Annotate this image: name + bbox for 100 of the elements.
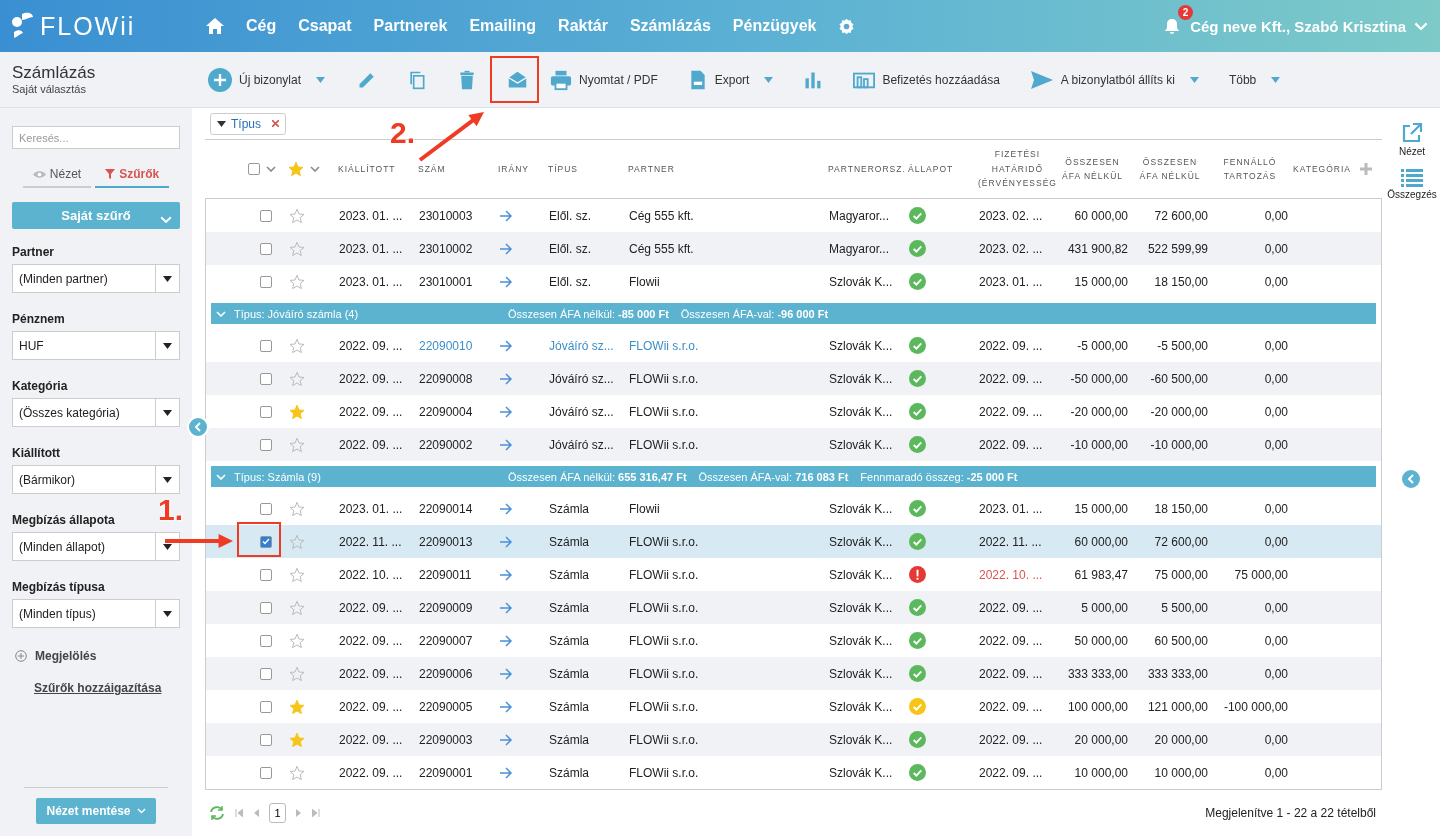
column-header[interactable]: IRÁNY <box>495 161 545 177</box>
row-checkbox[interactable] <box>260 568 272 581</box>
toolbar-button[interactable]: Export <box>687 59 804 100</box>
add-column-icon[interactable] <box>1360 163 1372 175</box>
row-checkbox[interactable] <box>260 634 272 647</box>
star-icon[interactable] <box>289 337 305 354</box>
row-checkbox[interactable] <box>260 601 272 614</box>
table-cell-text: FLOWii s.r.o. <box>628 338 700 353</box>
select-all-checkbox[interactable] <box>248 163 260 175</box>
column-header[interactable]: ÁLLAPOT <box>905 161 975 177</box>
column-header[interactable]: ÖSSZESEN ÁFA NÉLKÜL <box>1055 154 1130 184</box>
side-panel-button[interactable]: Nézet <box>1398 122 1426 157</box>
star-icon[interactable] <box>289 632 305 649</box>
star-icon[interactable] <box>289 403 305 420</box>
toolbar-button[interactable]: Új bizonylat <box>208 59 358 100</box>
table-row[interactable]: 2022. 09. ... 22090008 Jóváíró sz... FLOWii s.r.o. Szlovák K... 2022. 09. ... -50 000,00 -60 500,00 0,00 <box>206 362 1381 395</box>
star-icon[interactable] <box>289 500 305 517</box>
filter-select[interactable]: (Összes kategória) <box>12 398 180 427</box>
table-cell-text: 2022. 11. ... <box>978 534 1043 549</box>
column-header[interactable]: FENNÁLLÓ TARTOZÁS <box>1210 154 1290 184</box>
adjust-filters-link[interactable]: Szűrők hozzáigazítása <box>34 681 180 695</box>
table-row[interactable]: 2022. 09. ... 22090003 Számla FLOWii s.r.o. Szlovák K... 2022. 09. ... 20 000,00 20 000,00 0,00 <box>206 723 1381 756</box>
page-number[interactable]: 1 <box>269 803 286 823</box>
star-icon[interactable] <box>288 161 304 177</box>
toolbar-button[interactable]: Több <box>1228 59 1281 100</box>
star-icon[interactable] <box>289 698 305 715</box>
toolbar-button[interactable]: Nyomtat / PDF <box>550 59 688 100</box>
caret-icon <box>163 610 172 617</box>
sidebar-tab[interactable]: Nézet <box>22 165 92 188</box>
filter-select[interactable]: HUF <box>12 331 180 360</box>
toolbar-button[interactable]: A bizonylatból állíts ki <box>1029 59 1229 100</box>
table-row[interactable]: 2022. 09. ... 22090009 Számla FLOWii s.r.o. Szlovák K... 2022. 09. ... 5 000,00 5 500,00 0,00 <box>206 591 1381 624</box>
bell-icon[interactable] <box>1164 17 1181 35</box>
toolbar-button[interactable]: Befizetés hozzáadása <box>853 59 1030 100</box>
row-checkbox[interactable] <box>260 438 272 451</box>
filter-select[interactable]: (Minden állapot) <box>12 532 180 561</box>
group-chip[interactable]: Típus <box>210 112 286 135</box>
row-checkbox[interactable] <box>260 242 272 255</box>
filter-select[interactable]: (Minden partner) <box>12 264 180 293</box>
mark-label[interactable]: Megjelölés <box>35 649 97 663</box>
refresh-icon[interactable] <box>209 806 225 820</box>
table-row[interactable]: 2023. 01. ... 23010002 Elől. sz. Cég 555 kft. Magyaror... 2023. 02. ... 431 900,82 522 599,99 0,00 <box>206 232 1381 265</box>
filter-select[interactable]: (Bármikor) <box>12 465 180 494</box>
table-cell-text: 20 000,00 <box>1153 732 1209 747</box>
column-header[interactable]: SZÁM <box>415 161 495 177</box>
star-icon[interactable] <box>289 436 305 453</box>
table-cell-text: 2022. 09. ... <box>978 633 1044 648</box>
previous-page-icon[interactable] <box>253 809 259 817</box>
side-panel-button[interactable]: Összegzés <box>1387 169 1437 200</box>
row-checkbox[interactable] <box>260 766 272 779</box>
row-checkbox[interactable] <box>260 372 272 385</box>
row-checkbox[interactable] <box>260 733 272 746</box>
star-icon[interactable] <box>289 533 305 550</box>
table-cell-text: 2022. 09. ... <box>338 371 404 386</box>
column-header[interactable]: KIÁLLÍTOTT <box>335 161 415 177</box>
next-page-icon[interactable] <box>296 809 302 817</box>
column-header[interactable]: PARTNERORSZ. <box>825 161 905 177</box>
column-header[interactable]: KATEGÓRIA <box>1290 161 1360 177</box>
highlight-frame <box>237 522 281 557</box>
star-icon[interactable] <box>289 731 305 748</box>
first-page-icon[interactable] <box>235 809 243 817</box>
row-checkbox[interactable] <box>260 667 272 680</box>
star-icon[interactable] <box>289 273 305 290</box>
star-icon[interactable] <box>289 599 305 616</box>
column-header[interactable]: PARTNER <box>625 161 825 177</box>
row-checkbox[interactable] <box>260 502 272 515</box>
star-icon[interactable] <box>289 207 305 224</box>
sidebar-tab[interactable]: Szűrők <box>95 165 170 188</box>
table-row[interactable]: 2022. 11. ... 22090013 Számla FLOWii s.r.o. Szlovák K... 2022. 11. ... 60 000,00 72 600,00 0,00 <box>206 525 1381 558</box>
row-checkbox[interactable] <box>260 275 272 288</box>
group-summary: Összesen ÁFA nélkül: 655 316,47 Ft <box>508 470 687 483</box>
search-field[interactable]: Keresés... <box>12 126 180 149</box>
column-header[interactable]: ÖSSZESEN ÁFA NÉLKÜL <box>1130 154 1210 184</box>
last-page-icon[interactable] <box>312 809 320 817</box>
table-row[interactable]: 2022. 09. ... 22090002 Jóváíró sz... FLOWii s.r.o. Szlovák K... 2022. 09. ... -10 000,00 -10 000,00 0,00 <box>206 428 1381 461</box>
row-checkbox[interactable] <box>260 339 272 352</box>
star-icon[interactable] <box>289 370 305 387</box>
filter-select[interactable]: (Minden típus) <box>12 599 180 628</box>
star-icon[interactable] <box>289 240 305 257</box>
home-icon[interactable] <box>206 18 224 34</box>
close-icon[interactable] <box>272 120 279 127</box>
star-icon[interactable] <box>289 764 305 781</box>
table-row[interactable]: 2022. 09. ... 22090006 Számla FLOWii s.r.o. Szlovák K... 2022. 09. ... 333 333,00 333 333,00 0,00 <box>206 657 1381 690</box>
table-cell-text: Jóváíró sz... <box>548 371 615 386</box>
star-icon[interactable] <box>289 566 305 583</box>
logo-icon <box>10 12 34 40</box>
table-cell-text: 15 000,00 <box>1073 274 1129 289</box>
settings-icon[interactable] <box>838 17 856 35</box>
column-header[interactable]: FIZETÉSI HATÁRIDŐ (ÉRVÉNYESSÉG <box>975 147 1055 191</box>
row-checkbox[interactable] <box>260 535 272 548</box>
star-icon[interactable] <box>289 665 305 682</box>
arrow-right-icon <box>499 502 513 515</box>
table-cell[interactable]: 22090010 <box>416 338 496 353</box>
plus-circle-icon[interactable] <box>15 650 27 662</box>
row-checkbox[interactable] <box>260 700 272 713</box>
column-header[interactable]: TÍPUS <box>545 161 625 177</box>
page-title: Számlázás <box>12 63 97 83</box>
plus-circle-icon <box>208 67 232 92</box>
row-checkbox[interactable] <box>260 405 272 418</box>
row-checkbox[interactable] <box>260 209 272 222</box>
